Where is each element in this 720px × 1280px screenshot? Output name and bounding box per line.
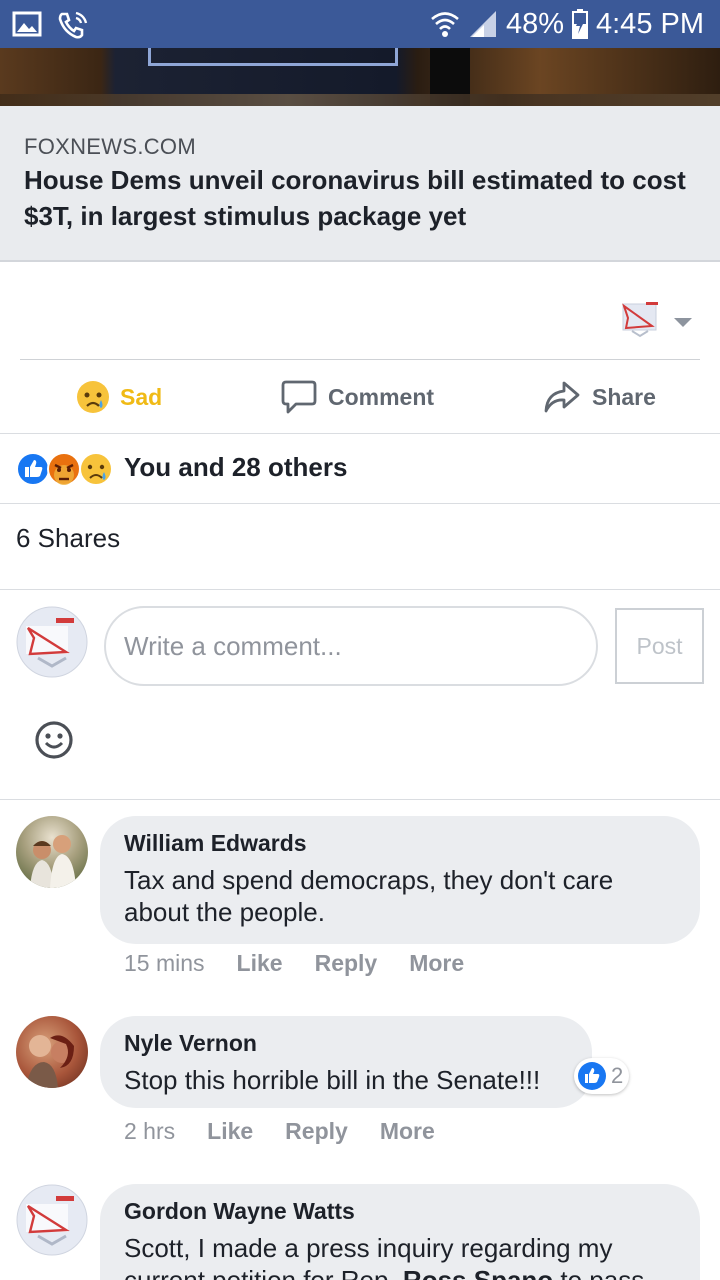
- like-link[interactable]: Like: [237, 950, 283, 977]
- mention-link[interactable]: Ross Spano: [403, 1265, 553, 1280]
- comment-text-end: to pass: [553, 1265, 645, 1280]
- share-label: Share: [592, 383, 656, 410]
- reactions-summary[interactable]: You and 28 others: [0, 434, 720, 504]
- post-as-selector[interactable]: [20, 290, 700, 360]
- comment-meta: 15 mins Like Reply More: [124, 950, 496, 977]
- comment-bubble[interactable]: William Edwards Tax and spend democraps,…: [100, 816, 700, 944]
- page-avatar-icon: [620, 300, 660, 340]
- link-preview[interactable]: FOXNEWS.COM House Dems unveil coronaviru…: [0, 106, 720, 262]
- sad-icon: [77, 381, 109, 413]
- sad-reaction-icon: [79, 452, 113, 486]
- reaction-icons: [16, 452, 113, 486]
- avatar[interactable]: [16, 1184, 88, 1256]
- comment-item: Nyle Vernon Stop this horrible bill in t…: [0, 1000, 720, 1170]
- comment-composer: Post: [0, 590, 720, 800]
- comment-input[interactable]: [104, 606, 598, 686]
- commenter-name[interactable]: Gordon Wayne Watts: [124, 1196, 676, 1226]
- like-icon: [16, 452, 50, 486]
- comment-likes-count: 2: [611, 1063, 624, 1088]
- comment-text: Scott, I made a press inquiry regarding …: [124, 1232, 676, 1280]
- battery-percent: 48%: [505, 8, 564, 40]
- post-button[interactable]: Post: [615, 608, 704, 684]
- share-button[interactable]: Share: [542, 360, 656, 434]
- image-icon: [12, 11, 42, 37]
- avatar[interactable]: [16, 1016, 88, 1088]
- comment-icon: [281, 380, 317, 414]
- link-source: FOXNEWS.COM: [24, 134, 196, 159]
- comment-bubble[interactable]: Nyle Vernon Stop this horrible bill in t…: [100, 1016, 592, 1108]
- smiley-icon[interactable]: [34, 720, 74, 760]
- comment-item: Gordon Wayne Watts Scott, I made a press…: [0, 1168, 720, 1280]
- reactions-count: You and 28 others: [124, 452, 348, 482]
- wifi-icon: [431, 12, 459, 37]
- share-arrow-icon: [544, 381, 580, 413]
- battery-charging-icon: [572, 9, 588, 39]
- comment-time: 2 hrs: [124, 1118, 176, 1144]
- link-image[interactable]: [0, 48, 720, 106]
- reply-link[interactable]: Reply: [285, 1118, 348, 1145]
- comment-bubble[interactable]: Gordon Wayne Watts Scott, I made a press…: [100, 1184, 700, 1280]
- more-link[interactable]: More: [409, 950, 464, 977]
- commenter-name[interactable]: William Edwards: [124, 828, 676, 858]
- comment-text: Stop this horrible bill in the Senate!!!: [124, 1065, 541, 1095]
- like-link[interactable]: Like: [207, 1118, 253, 1145]
- comment-likes-badge[interactable]: 2: [574, 1058, 630, 1094]
- comment-item: William Edwards Tax and spend democraps,…: [0, 800, 720, 1000]
- sad-label: Sad: [120, 383, 163, 410]
- commenter-name[interactable]: Nyle Vernon: [124, 1028, 568, 1058]
- comment-time: 15 mins: [124, 950, 205, 976]
- status-bar: 48% 4:45 PM: [0, 0, 720, 48]
- facebook-post-page: 48% 4:45 PM FOXNEWS.COM House Dems unvei…: [0, 0, 720, 1280]
- chevron-down-icon[interactable]: [674, 318, 692, 327]
- more-link[interactable]: More: [380, 1118, 435, 1145]
- avatar[interactable]: [16, 816, 88, 888]
- shares-row[interactable]: 6 Shares: [0, 504, 720, 590]
- like-icon: [578, 1062, 606, 1090]
- reply-link[interactable]: Reply: [315, 950, 378, 977]
- sad-reaction-button[interactable]: Sad: [76, 360, 162, 434]
- comment-meta: 2 hrs Like Reply More: [124, 1118, 467, 1145]
- wifi-call-icon: [58, 11, 88, 39]
- angry-icon: [47, 452, 81, 486]
- signal-icon: [469, 11, 496, 37]
- comment-label: Comment: [328, 383, 435, 410]
- shares-count: 6 Shares: [16, 523, 121, 553]
- action-bar: Sad Comment Share: [0, 360, 720, 434]
- link-title: House Dems unveil coronavirus bill estim…: [24, 165, 686, 231]
- user-avatar: [16, 606, 88, 678]
- clock: 4:45 PM: [596, 8, 704, 40]
- comment-text: Tax and spend democraps, they don't care…: [124, 865, 614, 927]
